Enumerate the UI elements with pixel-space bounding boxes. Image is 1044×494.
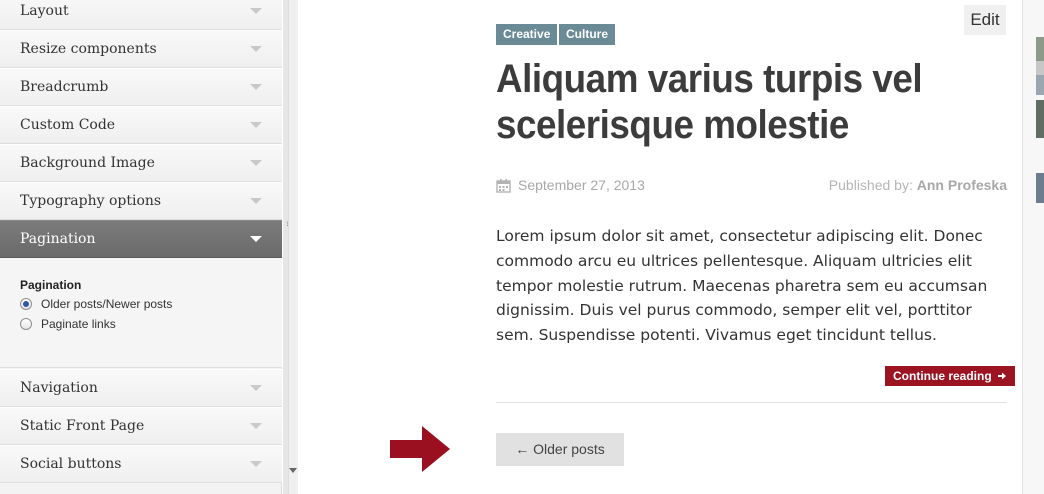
- post-excerpt: Lorem ipsum dolor sit amet, consectetur …: [496, 227, 988, 345]
- section-typography-options[interactable]: Typography options: [0, 182, 282, 220]
- thumbnail-image: [1036, 61, 1044, 75]
- red-arrow-icon: [390, 426, 450, 472]
- published-by-label: Published by:: [828, 177, 913, 193]
- continue-reading-button[interactable]: Continue reading: [885, 366, 1016, 386]
- site-preview: Creative Culture Edit Aliquam varius tur…: [298, 0, 1022, 494]
- section-background-image[interactable]: Background Image: [0, 144, 282, 182]
- chevron-down-icon: [250, 122, 262, 128]
- section-breadcrumb[interactable]: Breadcrumb: [0, 68, 282, 106]
- chevron-down-icon: [250, 423, 262, 429]
- section-pagination[interactable]: Pagination: [0, 220, 282, 258]
- post-author: Published by: Ann Profeska: [829, 177, 1007, 193]
- radio-option-paginate-links[interactable]: Paginate links: [20, 316, 116, 332]
- section-custom-code[interactable]: Custom Code: [0, 106, 282, 144]
- category-tag-creative[interactable]: Creative: [496, 24, 558, 45]
- customizer-panel: Layout Resize components Breadcrumb Cust…: [0, 0, 282, 494]
- section-layout[interactable]: Layout: [0, 0, 282, 30]
- section-resize-components[interactable]: Resize components: [0, 30, 282, 68]
- chevron-down-icon: [250, 160, 262, 166]
- chevron-down-icon: [250, 385, 262, 391]
- thumbnail-image: [1036, 173, 1044, 203]
- pagination-options-title: Pagination: [20, 278, 82, 292]
- chevron-down-icon: [250, 46, 262, 52]
- post-date-text: September 27, 2013: [518, 177, 645, 193]
- thumbnail-image: [1036, 75, 1044, 95]
- chevron-down-icon: [250, 84, 262, 90]
- arrow-right-icon: [998, 372, 1007, 380]
- chevron-down-icon: [250, 461, 262, 467]
- thumbnail-image: [1036, 37, 1044, 61]
- section-label: Resize components: [20, 41, 157, 57]
- scroll-down-arrow-icon[interactable]: [289, 468, 297, 473]
- section-label: Pagination: [20, 231, 96, 247]
- panel-scrollbar[interactable]: [288, 0, 298, 494]
- continue-reading-label: Continue reading: [893, 369, 992, 383]
- post-title[interactable]: Aliquam varius turpis vel scelerisque mo…: [496, 56, 956, 148]
- section-label: Social buttons: [20, 456, 122, 472]
- section-navigation[interactable]: Navigation: [0, 369, 282, 407]
- section-static-front-page[interactable]: Static Front Page: [0, 407, 282, 445]
- category-tag-culture[interactable]: Culture: [559, 24, 615, 45]
- author-name-link[interactable]: Ann Profeska: [917, 177, 1007, 193]
- chevron-down-icon: [250, 236, 262, 242]
- pagination-section-body: Pagination Older posts/Newer posts Pagin…: [0, 258, 282, 368]
- thumbnail-image: [1036, 100, 1044, 138]
- section-label: Layout: [20, 3, 69, 19]
- chevron-down-icon: [250, 8, 262, 14]
- radio-button[interactable]: [20, 318, 32, 330]
- post-date: September 27, 2013: [496, 177, 645, 193]
- section-label: Background Image: [20, 155, 155, 171]
- calendar-icon: [496, 178, 511, 193]
- older-posts-button[interactable]: ← Older posts: [496, 433, 624, 466]
- chevron-down-icon: [250, 198, 262, 204]
- section-label: Typography options: [20, 193, 162, 209]
- section-label: Breadcrumb: [20, 79, 109, 95]
- radio-label: Paginate links: [41, 317, 116, 331]
- radio-label: Older posts/Newer posts: [41, 297, 173, 311]
- section-label: Navigation: [20, 380, 98, 396]
- section-social-buttons[interactable]: Social buttons: [0, 445, 282, 483]
- radio-button-checked[interactable]: [20, 298, 32, 310]
- section-label: Static Front Page: [20, 418, 145, 434]
- content-divider: [496, 402, 1007, 403]
- section-label: Custom Code: [20, 117, 116, 133]
- radio-option-older-newer[interactable]: Older posts/Newer posts: [20, 296, 172, 312]
- edit-post-link[interactable]: Edit: [964, 5, 1006, 35]
